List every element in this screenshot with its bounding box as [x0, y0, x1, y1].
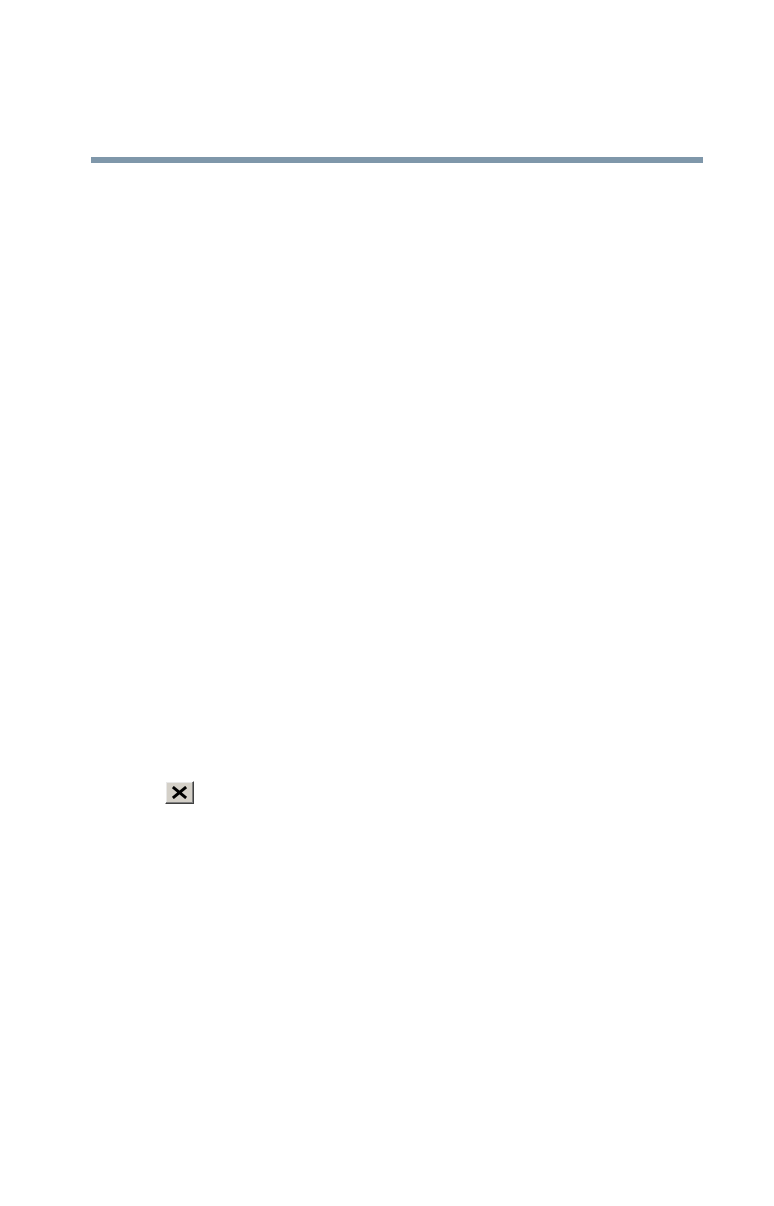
document-page — [0, 0, 774, 1206]
close-icon — [172, 786, 187, 799]
header-rule — [91, 157, 703, 163]
close-button[interactable] — [165, 781, 194, 804]
